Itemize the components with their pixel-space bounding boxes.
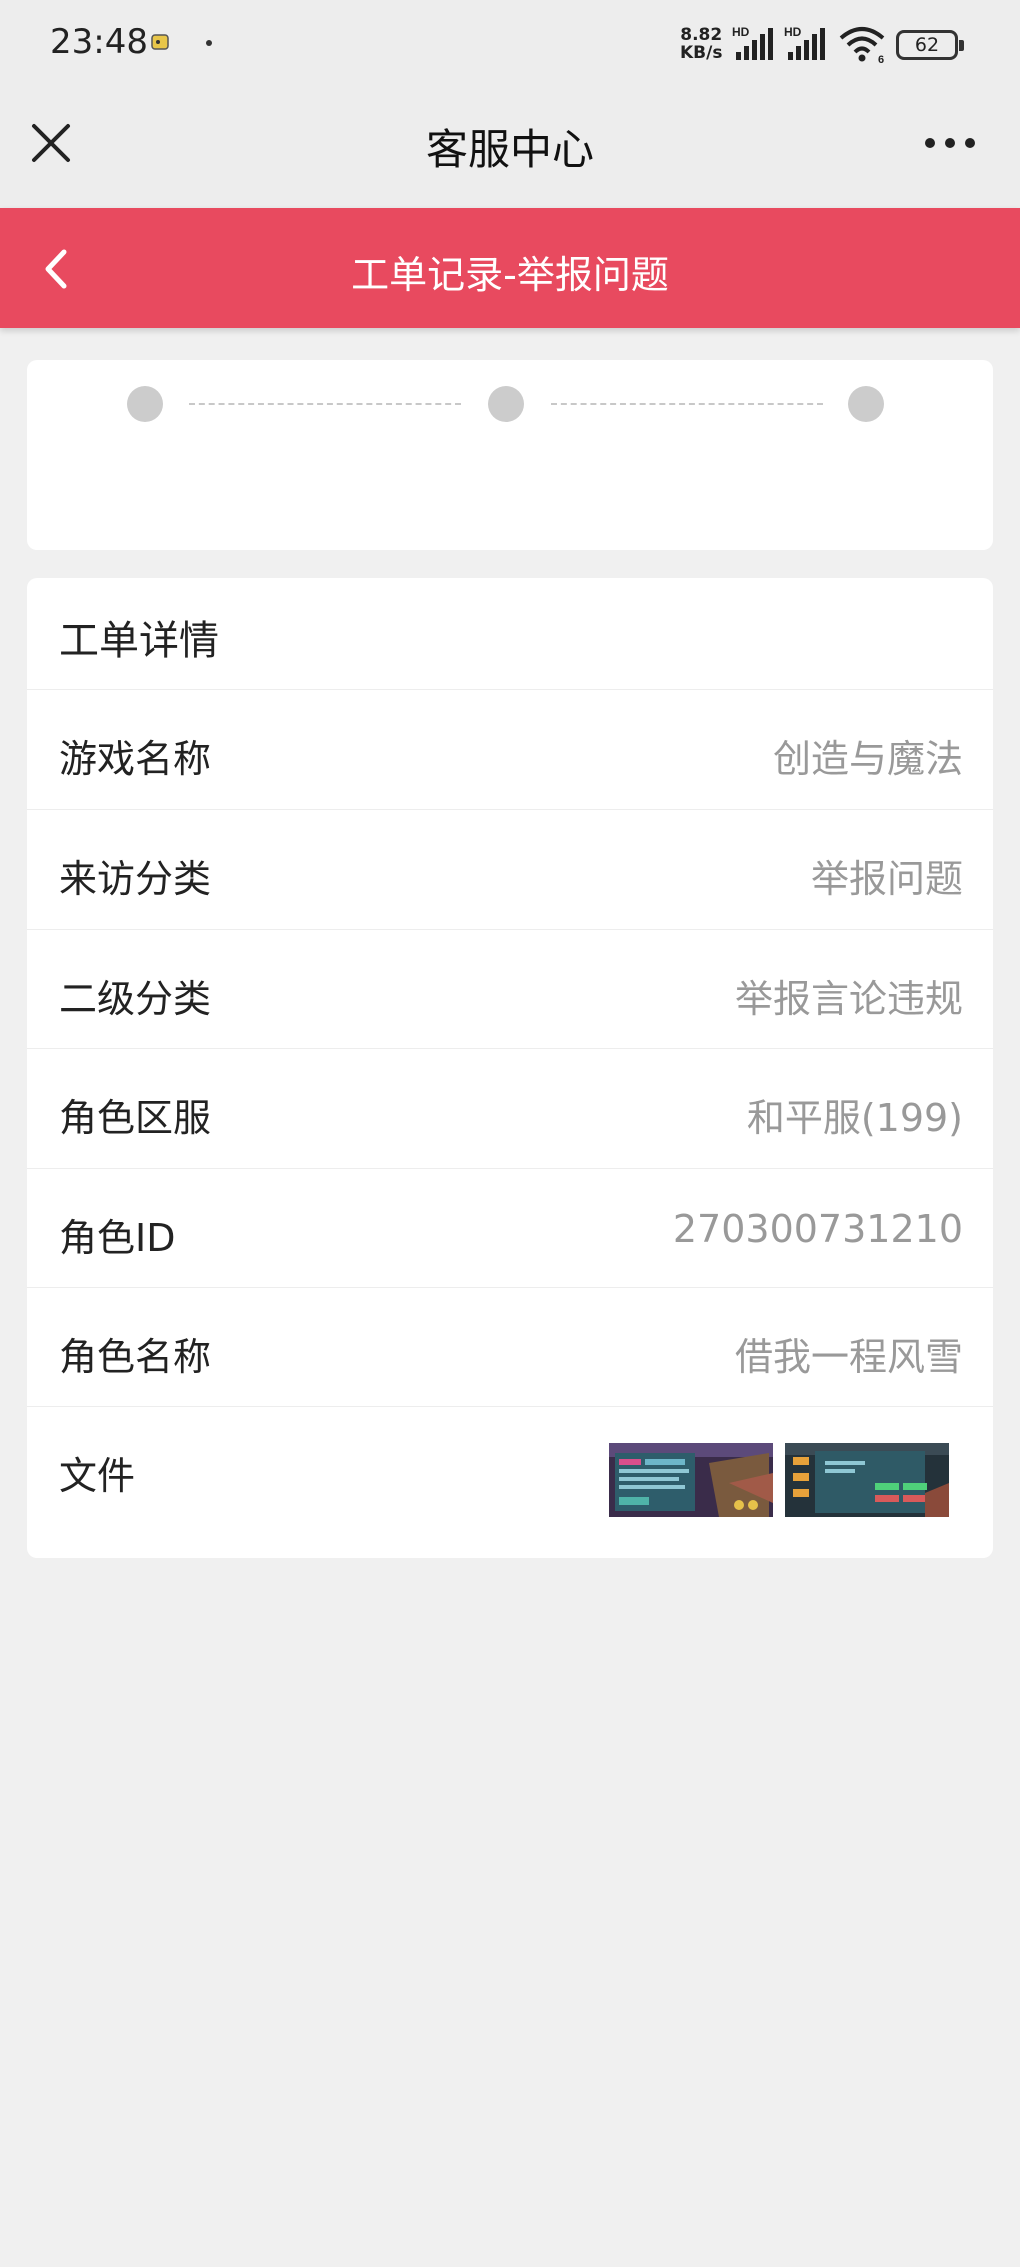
status-bar: 23:48 8.82 KB/s HD HD 6 62 [0, 0, 1020, 88]
row-value: 和平服(199) [746, 1096, 963, 1140]
detail-row-sub-category: 二级分类 举报言论违规 [27, 929, 993, 1049]
page-title: 工单记录-举报问题 [351, 253, 669, 297]
row-value: 借我一程风雪 [734, 1335, 963, 1379]
step-connector [551, 403, 823, 405]
notification-app-icon [151, 34, 169, 50]
ticket-detail-card: 工单详情 游戏名称 创造与魔法 来访分类 举报问题 二级分类 举报言论违规 角色… [27, 578, 993, 1558]
step-dot [848, 386, 884, 422]
row-value: 举报言论违规 [734, 977, 963, 1021]
row-label: 角色ID [59, 1216, 176, 1260]
attachment-thumbnail-2[interactable] [785, 1443, 949, 1517]
wifi-icon: 6 [839, 27, 885, 64]
section-heading: 工单详情 [59, 618, 219, 664]
row-label: 来访分类 [59, 857, 212, 901]
detail-row-game-name: 游戏名称 创造与魔法 [27, 689, 993, 809]
row-value: 创造与魔法 [772, 737, 963, 781]
signal-icon: HD [732, 25, 773, 60]
network-speed: 8.82 KB/s [680, 25, 723, 63]
svg-text:HD: HD [732, 25, 750, 39]
detail-row-visit-category: 来访分类 举报问题 [27, 809, 993, 929]
row-label: 二级分类 [59, 977, 212, 1021]
page-header: 工单记录-举报问题 [0, 208, 1020, 328]
status-dot [206, 40, 212, 46]
svg-text:6: 6 [878, 54, 884, 64]
more-icon[interactable] [924, 134, 976, 152]
attachment-thumbnail-1[interactable] [609, 1443, 773, 1517]
detail-row-role-name: 角色名称 借我一程风雪 [27, 1287, 993, 1407]
row-value: 270300731210 [672, 1207, 963, 1251]
detail-row-role-id: 角色ID 270300731210 [27, 1168, 993, 1288]
row-value: 举报问题 [810, 857, 963, 901]
row-label: 角色区服 [59, 1096, 212, 1140]
battery-icon: 62 [896, 30, 964, 60]
row-label: 文件 [59, 1454, 136, 1498]
step-dot [488, 386, 524, 422]
detail-row-files: 文件 [27, 1406, 993, 1556]
step-connector [189, 403, 461, 405]
status-time: 23:48 [50, 22, 148, 62]
progress-steps-card [27, 360, 993, 550]
detail-row-server: 角色区服 和平服(199) [27, 1048, 993, 1168]
step-dot [127, 386, 163, 422]
row-label: 游戏名称 [59, 737, 212, 781]
signal-icon: HD [784, 25, 825, 60]
row-label: 角色名称 [59, 1335, 212, 1379]
svg-text:HD: HD [784, 25, 802, 39]
nav-bar: 客服中心 [0, 88, 1020, 208]
nav-title: 客服中心 [425, 125, 594, 174]
